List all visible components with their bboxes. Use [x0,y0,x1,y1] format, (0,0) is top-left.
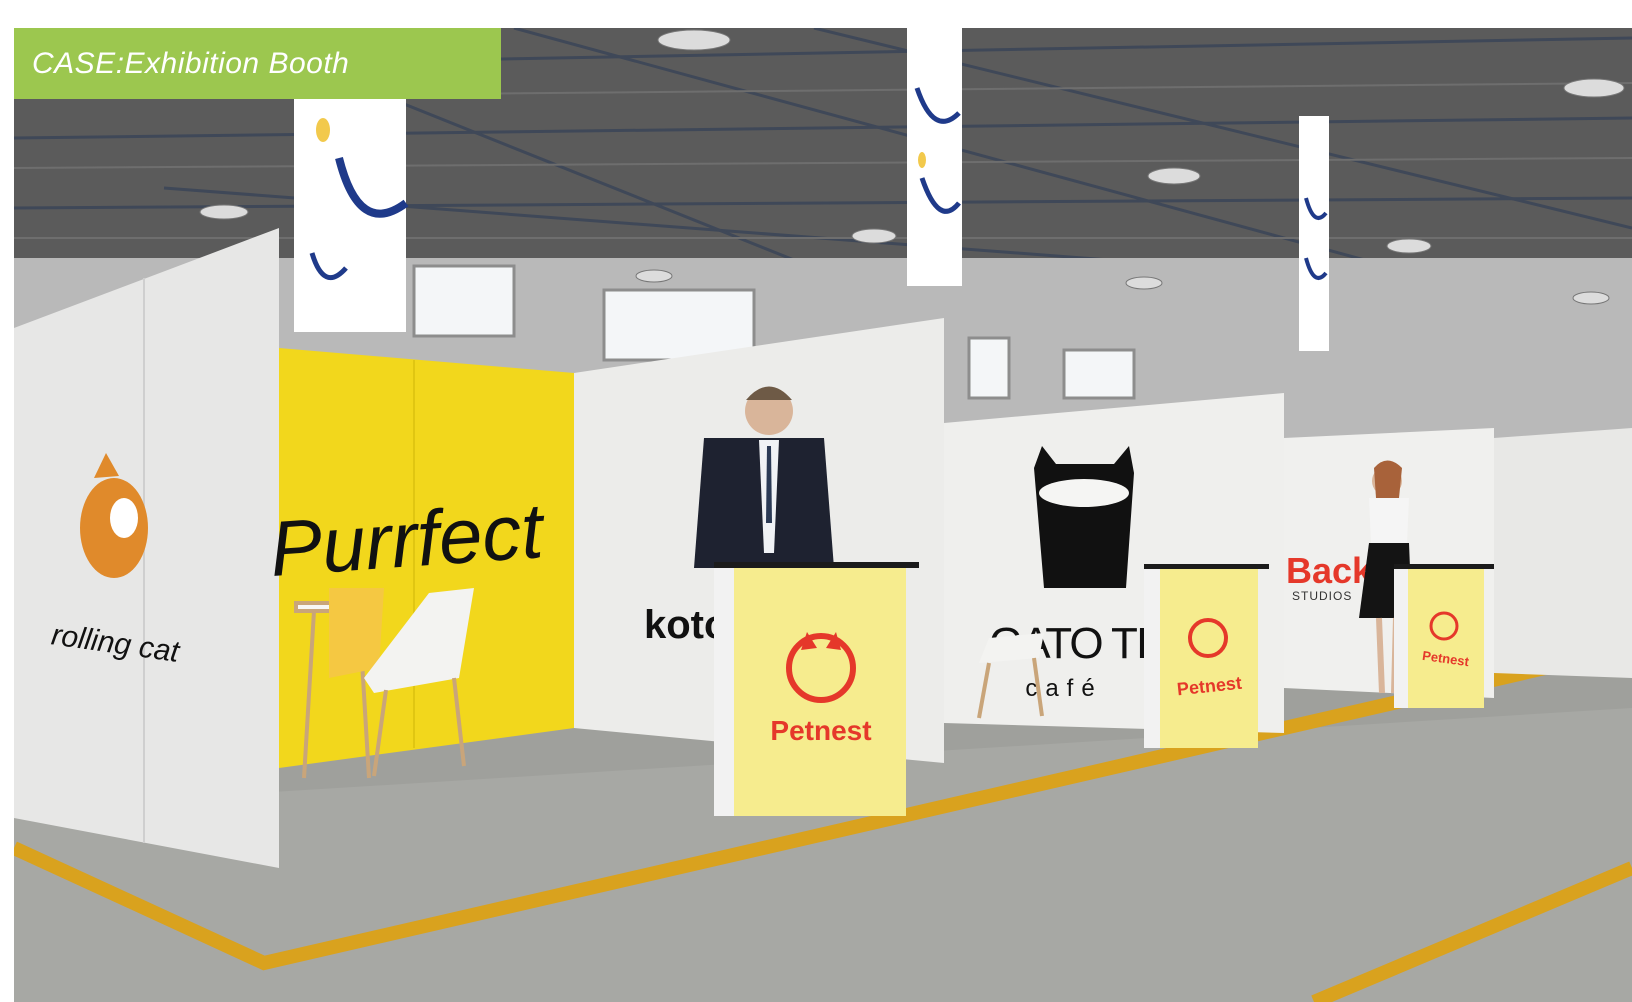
back-studios-sign: Back [1286,550,1373,591]
hanging-banner-1 [294,88,409,332]
right-wall [1494,428,1632,678]
back-studios-sub: STUDIOS [1292,589,1352,603]
petnest-sign-1: Petnest [770,715,871,746]
counter-2 [1160,568,1258,748]
counter-2-side [1144,568,1162,748]
case-label: CASE:Exhibition Booth [14,28,501,99]
rolling-cat-wall [14,228,279,868]
exhibition-booth-photo: rolling cat Purrfect kotot Petnest GATO … [14,28,1632,1002]
hanging-banner-2 [907,28,962,286]
hanging-banner-3 [1299,116,1329,351]
counter-1-side [714,566,736,816]
counter-3-side [1394,568,1410,708]
counter-1 [734,566,906,816]
gato-tinto-logo [1034,446,1134,588]
